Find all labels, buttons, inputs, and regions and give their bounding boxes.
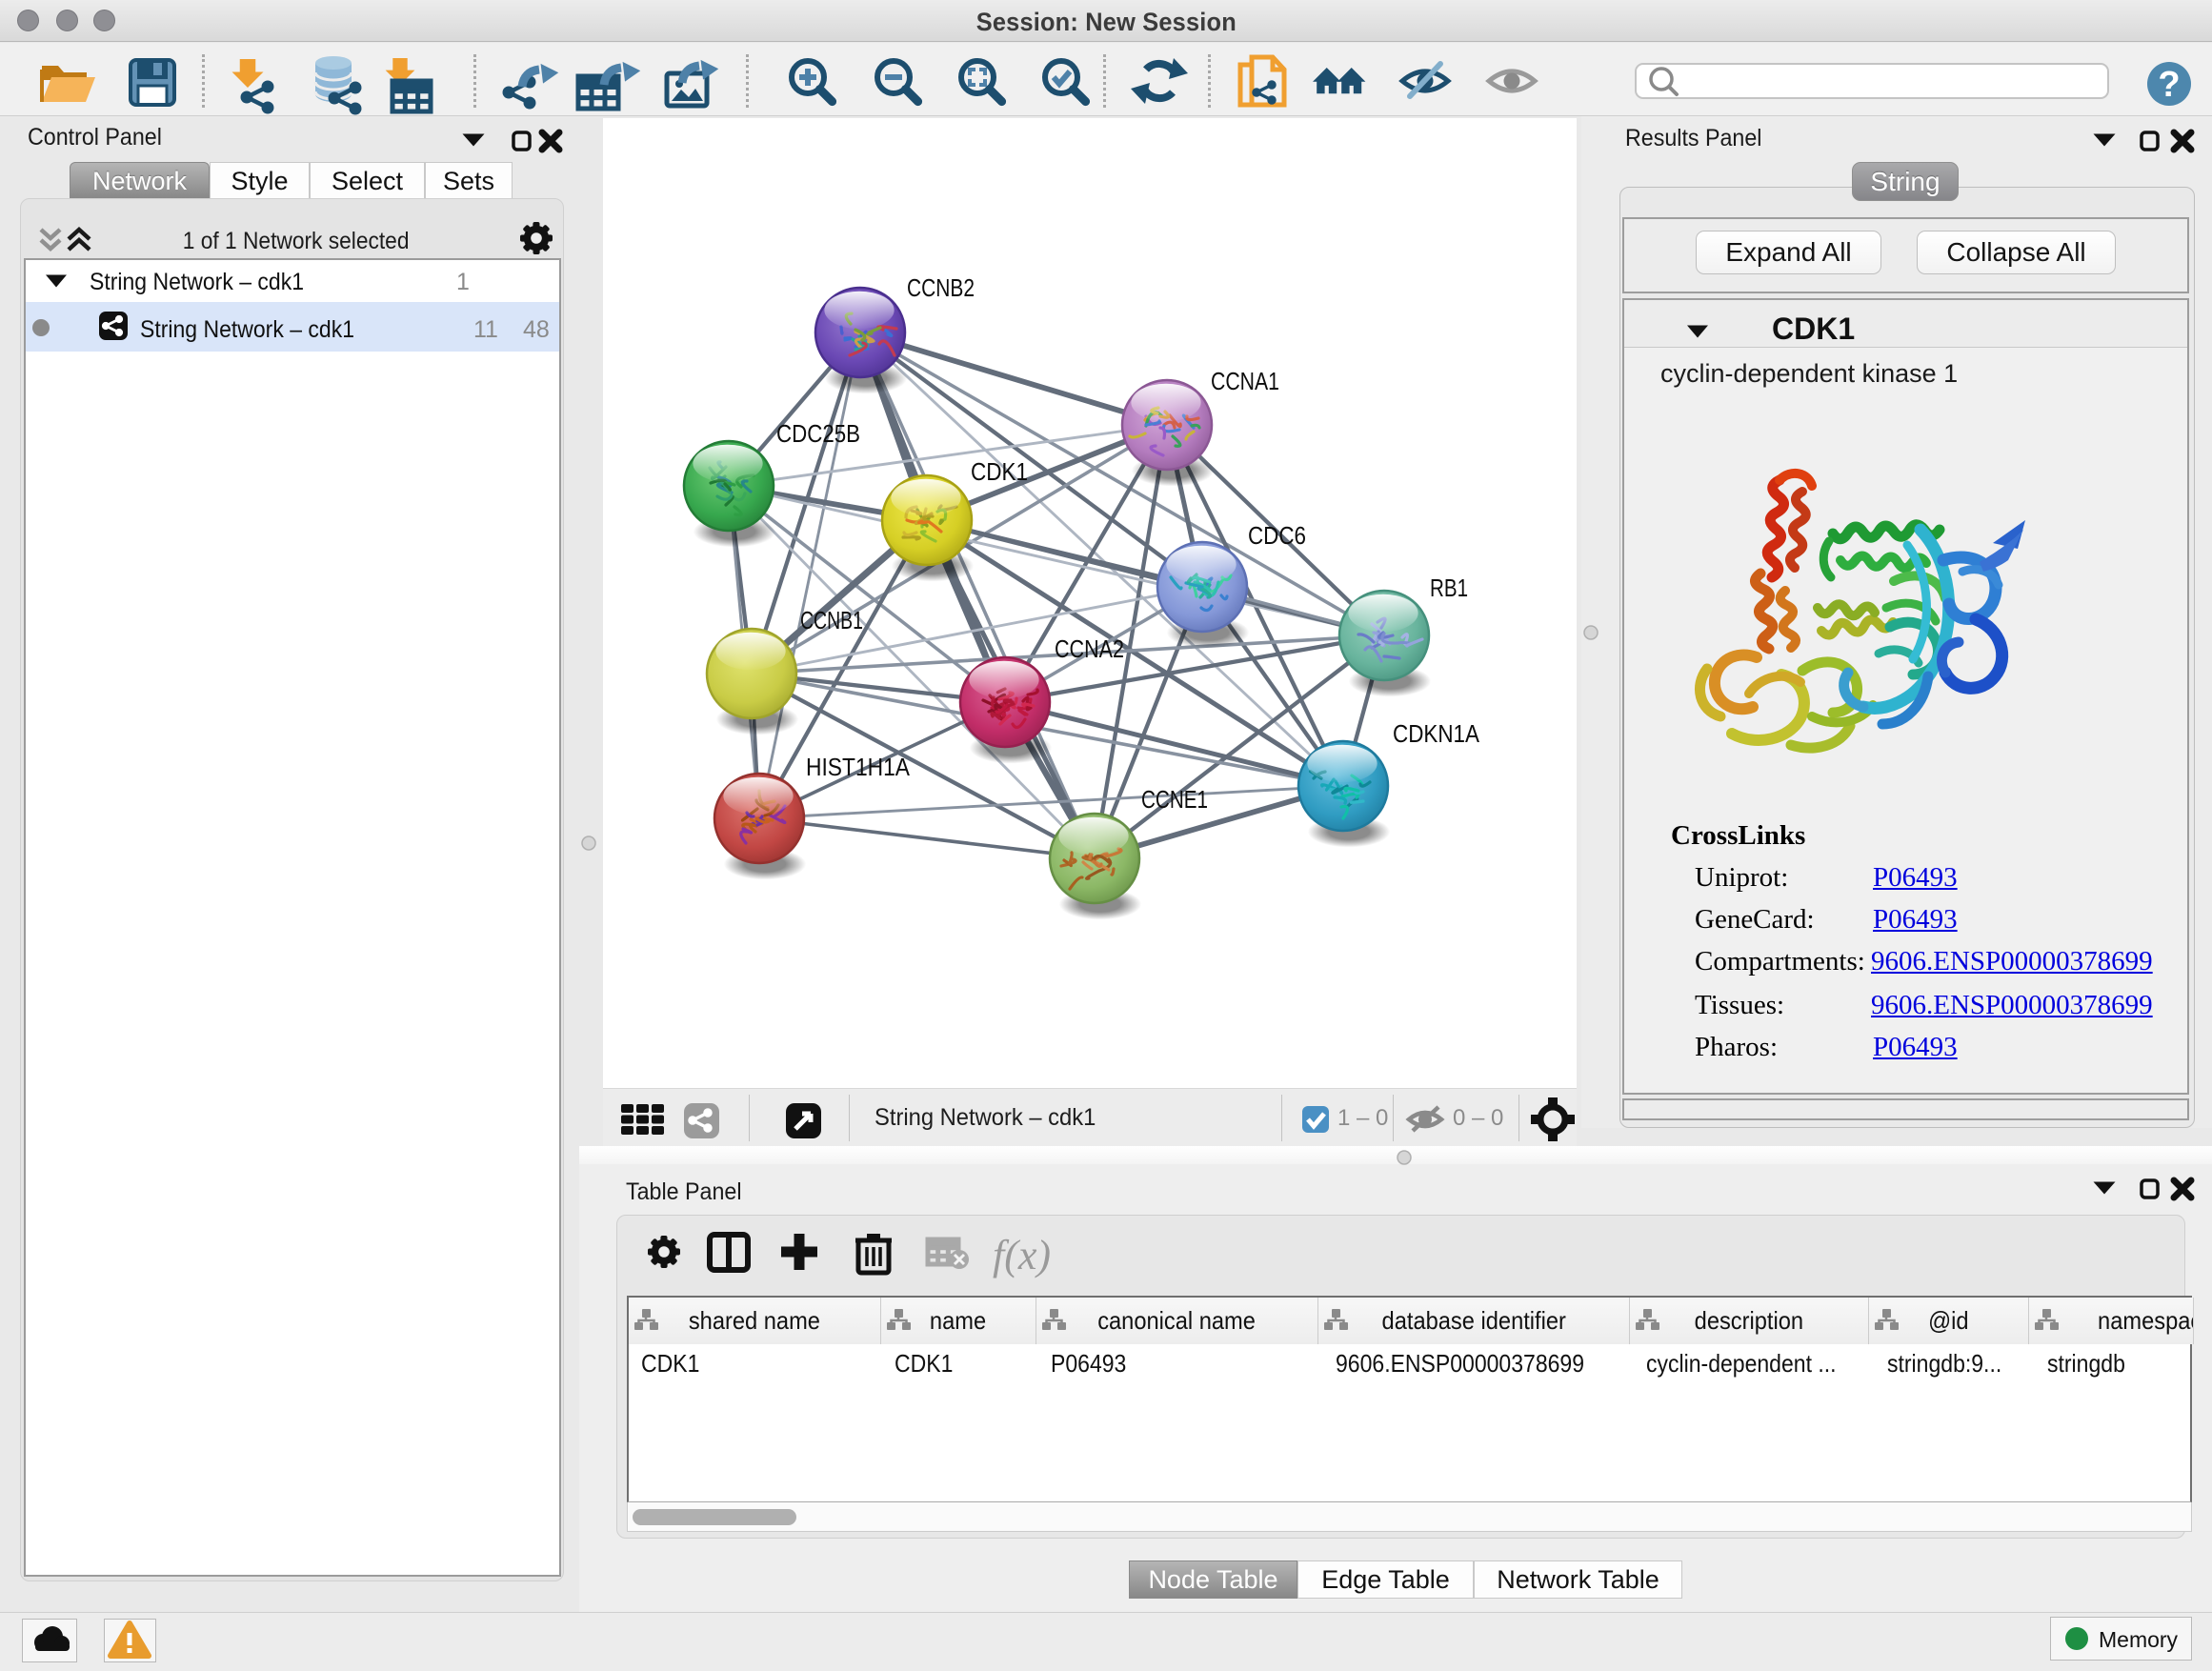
svg-text:Memory: Memory [2099,1627,2179,1652]
